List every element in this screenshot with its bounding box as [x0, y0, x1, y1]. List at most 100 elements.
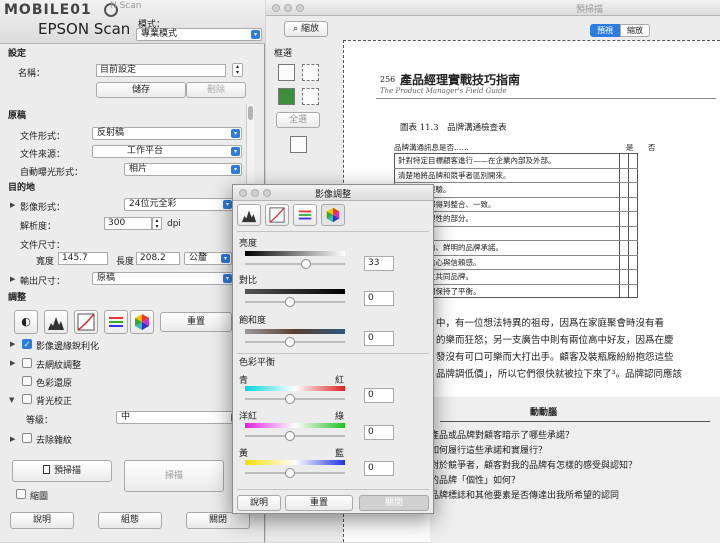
- save-button[interactable]: 儲存: [96, 82, 186, 98]
- histogram-icon[interactable]: [44, 310, 68, 334]
- auto-exposure-select[interactable]: 相片 ▾: [124, 163, 242, 176]
- unit-select[interactable]: 公釐 ▾: [184, 252, 232, 265]
- brightness-input[interactable]: 33: [364, 256, 394, 271]
- cyan-red-track[interactable]: [245, 398, 345, 400]
- saturation-track[interactable]: [245, 341, 345, 343]
- window-close-icon[interactable]: [239, 189, 247, 197]
- document-icon: [42, 465, 50, 474]
- backlight-label: 背光校正: [36, 397, 73, 407]
- magenta-green-gradient: [245, 423, 345, 428]
- magnifier-icon[interactable]: [290, 136, 307, 153]
- adjust-reset-button[interactable]: 重置: [285, 495, 353, 511]
- tone-curve-icon[interactable]: [265, 204, 289, 226]
- expand-triangle-icon[interactable]: ▶: [10, 359, 15, 367]
- chevron-down-icon: ▾: [251, 30, 260, 39]
- config-button[interactable]: 組態: [98, 512, 162, 529]
- checklist-row-line: [394, 167, 638, 169]
- marquee-new-icon[interactable]: [302, 64, 319, 81]
- image-adjust-icon[interactable]: [293, 204, 317, 226]
- adjust-help-button[interactable]: 說明: [237, 495, 281, 511]
- width-input[interactable]: 145.7: [58, 252, 108, 265]
- yellow-blue-track[interactable]: [245, 472, 345, 474]
- color-restore-label: 色彩還原: [36, 379, 73, 389]
- table-col-header: 品牌溝通訊息是否……: [394, 143, 469, 152]
- auto-exposure-icon[interactable]: ◐: [14, 310, 38, 334]
- magenta-green-slider-knob[interactable]: [285, 431, 295, 441]
- contrast-input[interactable]: 0: [364, 291, 394, 306]
- preview-titlebar: 預掃描: [266, 0, 720, 16]
- window-minimize-icon[interactable]: [251, 189, 259, 197]
- doc-type-select[interactable]: 反射稿 ▾: [92, 127, 242, 140]
- height-input[interactable]: 208.2: [136, 252, 180, 265]
- dust-checkbox[interactable]: [22, 433, 32, 443]
- window-zoom-icon[interactable]: [263, 189, 271, 197]
- yellow-blue-input[interactable]: 0: [364, 461, 394, 476]
- output-size-select[interactable]: 原稿 ▾: [92, 272, 234, 285]
- resolution-input[interactable]: 300: [104, 217, 152, 230]
- magenta-label: 洋紅: [239, 412, 258, 422]
- scan-button[interactable]: 掃描: [124, 460, 224, 492]
- expand-triangle-icon[interactable]: ▶: [10, 201, 15, 209]
- image-type-select[interactable]: 24位元全彩 ▾: [124, 198, 234, 211]
- table-col-yes: 是: [626, 143, 634, 152]
- adjust-close-button[interactable]: 關閉: [359, 495, 429, 511]
- delete-button[interactable]: 刪除: [186, 82, 246, 98]
- preview-button[interactable]: 預掃描: [12, 460, 112, 482]
- name-stepper-icon[interactable]: ▴ ▾: [232, 63, 243, 77]
- brainstorm-line: ？: [430, 506, 440, 516]
- tab-thumbnail[interactable]: 縮放: [620, 24, 650, 37]
- preview-button-label: 預掃描: [53, 466, 81, 476]
- window-close-icon[interactable]: [272, 4, 280, 12]
- brightness-track[interactable]: [245, 263, 345, 265]
- red-label: 紅: [335, 376, 345, 386]
- image-adjust-icon[interactable]: [104, 310, 128, 334]
- saturation-slider-knob[interactable]: [285, 337, 295, 347]
- checklist-row: 針對特定目標顧客進行——在企業內部及外部。: [398, 156, 556, 165]
- descreen-checkbox[interactable]: [22, 358, 32, 368]
- yellow-blue-slider-knob[interactable]: [285, 468, 295, 478]
- select-all-button[interactable]: 全選: [276, 112, 320, 128]
- divider: [237, 231, 429, 232]
- magenta-green-input[interactable]: 0: [364, 425, 394, 440]
- window-zoom-icon[interactable]: [296, 4, 304, 12]
- doc-size-label: 文件尺寸：: [20, 241, 66, 251]
- thumbnail-checkbox[interactable]: [16, 489, 26, 499]
- cyan-red-input[interactable]: 0: [364, 388, 394, 403]
- level-select[interactable]: 中 ▾: [116, 411, 242, 424]
- doc-source-select[interactable]: 工作平台 ▾: [92, 145, 242, 158]
- expand-triangle-icon[interactable]: ▶: [10, 340, 15, 348]
- tab-preview[interactable]: 預視: [590, 24, 620, 37]
- marquee-count-icon[interactable]: [302, 88, 319, 105]
- divider: [237, 353, 429, 354]
- auto-exposure-value: 相片: [129, 164, 148, 174]
- marquee-copy-icon[interactable]: [278, 88, 295, 105]
- collapse-triangle-icon[interactable]: ▼: [9, 396, 14, 404]
- scrollbar-thumb[interactable]: [248, 106, 253, 120]
- name-input[interactable]: 目前設定: [96, 64, 226, 77]
- expand-triangle-icon[interactable]: ▶: [10, 435, 15, 443]
- adjust-reset-button[interactable]: 重置: [160, 312, 232, 332]
- unsharp-checkbox[interactable]: ✓: [22, 339, 32, 349]
- backlight-checkbox[interactable]: [22, 394, 32, 404]
- contrast-track[interactable]: [245, 301, 345, 303]
- color-palette-icon[interactable]: [321, 204, 345, 226]
- brightness-slider-knob[interactable]: [301, 259, 311, 269]
- resolution-stepper-icon[interactable]: ▴ ▾: [152, 217, 162, 230]
- epson-scan-window: MOBILE01 N Scan EPSON Scan 模式： 專業模式 ▾ 設定…: [0, 0, 265, 542]
- magenta-green-track[interactable]: [245, 435, 345, 437]
- settings-section-title: 設定: [8, 49, 27, 59]
- cyan-red-slider-knob[interactable]: [285, 394, 295, 404]
- help-button[interactable]: 說明: [10, 512, 74, 529]
- histogram-icon[interactable]: [237, 204, 261, 226]
- tone-curve-icon[interactable]: [74, 310, 98, 334]
- mode-select[interactable]: 專業模式 ▾: [136, 28, 262, 41]
- close-button[interactable]: 關閉: [186, 512, 250, 529]
- contrast-slider-knob[interactable]: [285, 297, 295, 307]
- saturation-input[interactable]: 0: [364, 331, 394, 346]
- color-restore-checkbox[interactable]: [22, 376, 32, 386]
- color-palette-icon[interactable]: [130, 310, 154, 334]
- marquee-image-icon[interactable]: [278, 64, 295, 81]
- window-minimize-icon[interactable]: [284, 4, 292, 12]
- expand-triangle-icon[interactable]: ▶: [10, 275, 15, 283]
- zoom-button[interactable]: ⌕ 縮放: [284, 21, 328, 37]
